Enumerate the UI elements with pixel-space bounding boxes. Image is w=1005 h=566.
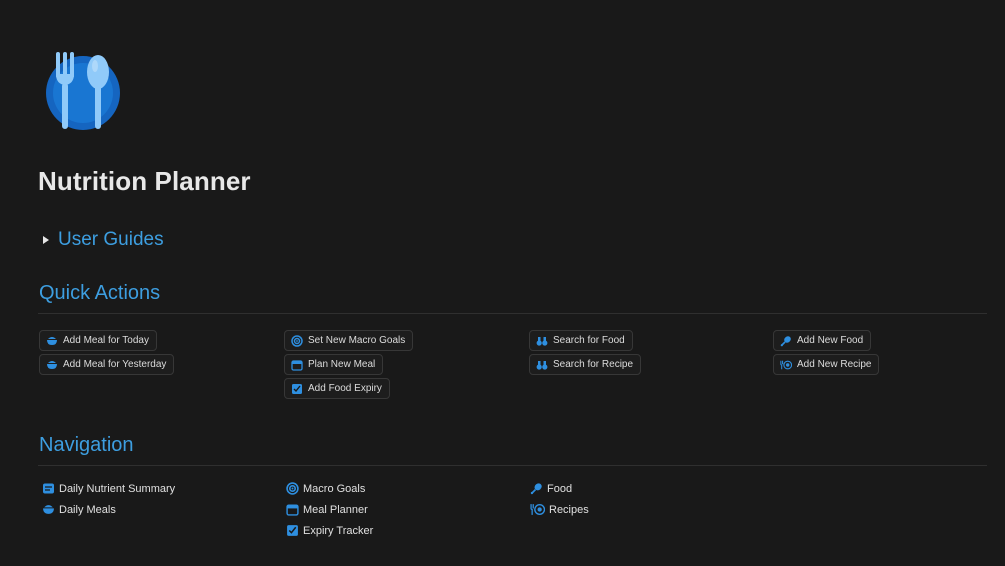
- nav-label: Macro Goals: [303, 482, 366, 495]
- add-meal-yesterday-button[interactable]: Add Meal for Yesterday: [39, 354, 175, 375]
- button-label: Plan New Meal: [308, 359, 376, 370]
- calendar-icon: [291, 359, 303, 371]
- expiry-icon: [286, 524, 299, 537]
- button-label: Add New Recipe: [797, 359, 872, 370]
- bowl-icon: [46, 335, 58, 347]
- button-label: Set New Macro Goals: [308, 335, 406, 346]
- button-label: Add Food Expiry: [308, 383, 382, 394]
- plate-cutlery-icon: [530, 503, 545, 516]
- search-food-button[interactable]: Search for Food: [529, 330, 633, 351]
- add-new-recipe-button[interactable]: Add New Recipe: [773, 354, 880, 375]
- user-guides-label: User Guides: [58, 229, 164, 250]
- add-food-expiry-button[interactable]: Add Food Expiry: [284, 378, 390, 399]
- plate-cutlery-icon: [780, 359, 792, 371]
- fork-spoon-icon[interactable]: [44, 50, 124, 132]
- add-meal-today-button[interactable]: Add Meal for Today: [39, 330, 157, 351]
- divider: [38, 313, 987, 314]
- nav-label: Expiry Tracker: [303, 524, 374, 537]
- target-icon: [291, 334, 303, 347]
- calendar-icon: [286, 503, 299, 516]
- nav-label: Daily Meals: [59, 503, 116, 516]
- navigation-heading: Navigation: [39, 434, 134, 456]
- plan-new-meal-button[interactable]: Plan New Meal: [284, 354, 384, 375]
- nav-recipes[interactable]: Recipes: [530, 503, 589, 516]
- target-icon: [286, 482, 299, 495]
- button-label: Add Meal for Yesterday: [63, 359, 167, 370]
- drumstick-icon: [530, 482, 543, 495]
- expiry-icon: [291, 383, 303, 395]
- triangle-right-icon[interactable]: [43, 236, 49, 244]
- nav-label: Food: [547, 482, 573, 495]
- divider: [38, 465, 987, 466]
- set-macro-goals-button[interactable]: Set New Macro Goals: [284, 330, 414, 351]
- nav-expiry-tracker[interactable]: Expiry Tracker: [286, 524, 373, 537]
- nav-daily-meals[interactable]: Daily Meals: [42, 503, 116, 516]
- drumstick-icon: [780, 335, 792, 347]
- summary-icon: [42, 482, 55, 495]
- nav-label: Meal Planner: [303, 503, 368, 516]
- quick-actions-heading: Quick Actions: [39, 282, 161, 304]
- bowl-icon: [42, 503, 55, 516]
- nav-label: Daily Nutrient Summary: [59, 482, 176, 495]
- bowl-icon: [46, 359, 58, 371]
- add-new-food-button[interactable]: Add New Food: [773, 330, 872, 351]
- page-title: Nutrition Planner: [38, 166, 251, 196]
- search-recipe-button[interactable]: Search for Recipe: [529, 354, 642, 375]
- user-guides-toggle[interactable]: User Guides: [40, 229, 164, 251]
- binoculars-icon: [536, 359, 548, 371]
- button-label: Add New Food: [797, 335, 864, 346]
- nav-meal-planner[interactable]: Meal Planner: [286, 503, 368, 516]
- nav-daily-nutrient-summary[interactable]: Daily Nutrient Summary: [42, 482, 175, 495]
- nav-label: Recipes: [549, 503, 589, 516]
- nav-macro-goals[interactable]: Macro Goals: [286, 482, 365, 495]
- nav-food[interactable]: Food: [530, 482, 572, 495]
- binoculars-icon: [536, 335, 548, 347]
- button-label: Search for Recipe: [553, 359, 634, 370]
- button-label: Search for Food: [553, 335, 625, 346]
- button-label: Add Meal for Today: [63, 335, 149, 346]
